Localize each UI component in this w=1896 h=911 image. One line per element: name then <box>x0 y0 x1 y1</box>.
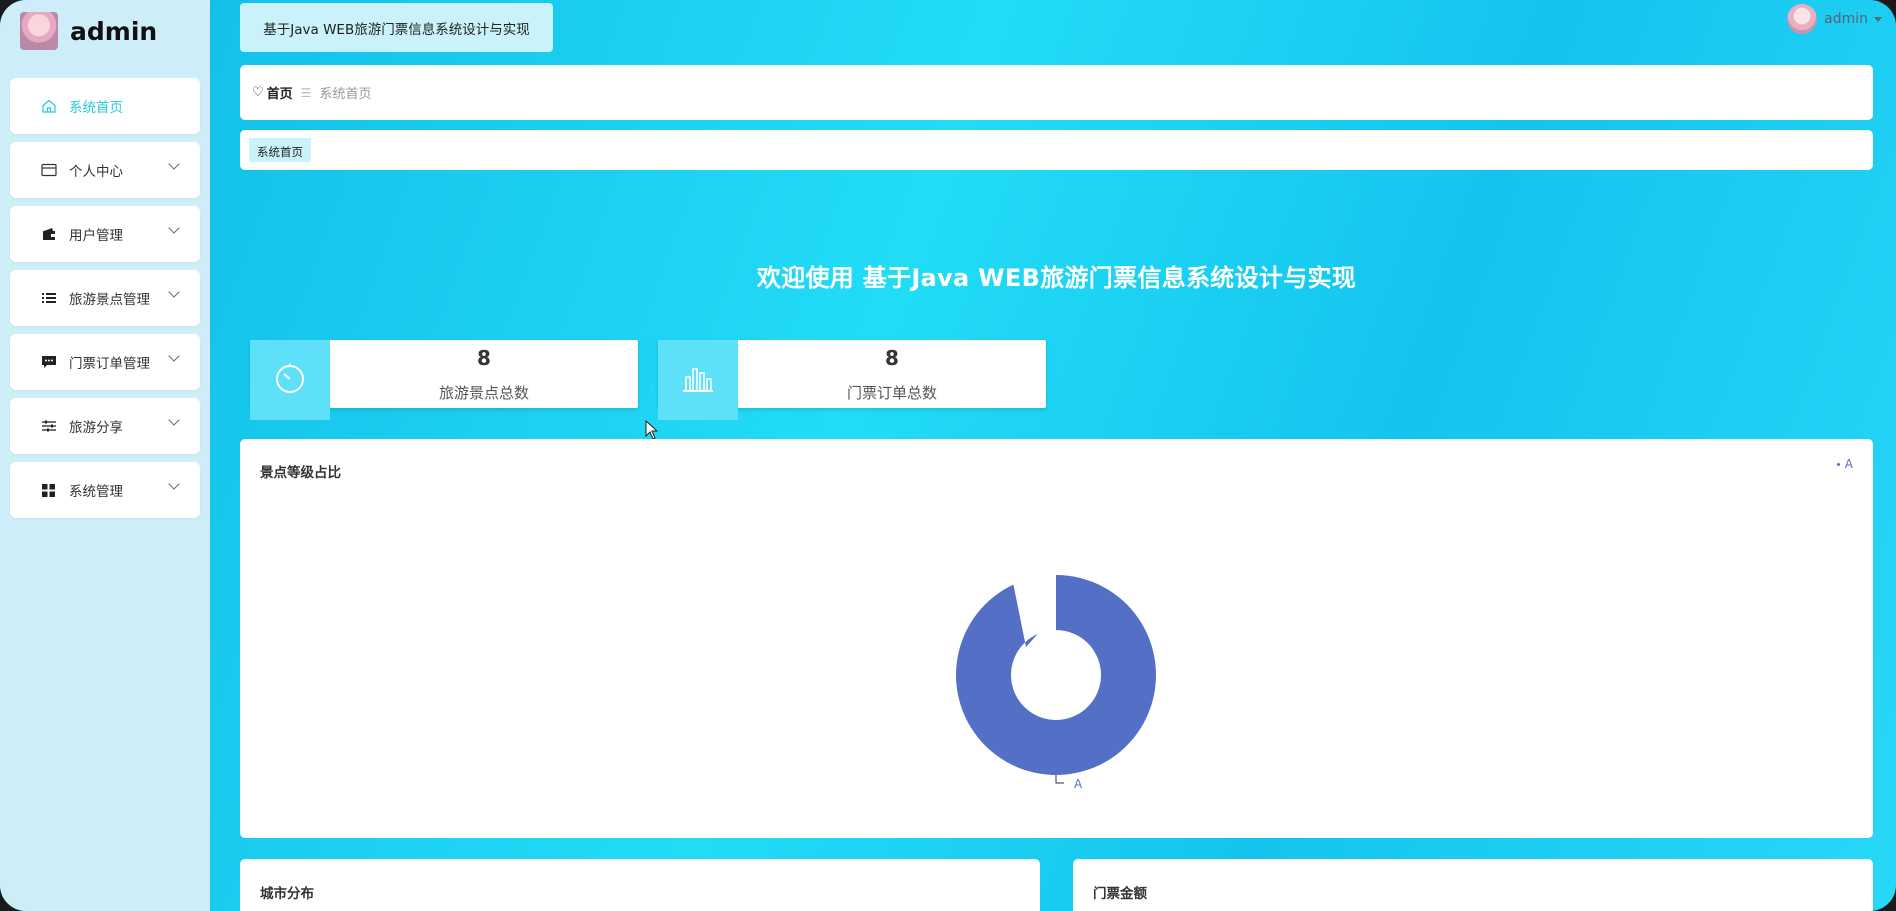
chart-card-city: 城市分布 <box>240 859 1040 911</box>
stat-value: 8 <box>477 346 491 370</box>
breadcrumb-current: 系统首页 <box>319 87 372 102</box>
wallet-icon <box>40 226 57 243</box>
timer-icon <box>273 361 307 399</box>
home-icon <box>40 98 57 115</box>
chevron-down-icon <box>168 350 180 362</box>
chevron-down-icon <box>168 478 180 490</box>
caret-down-icon[interactable] <box>1874 16 1882 22</box>
pie-leader-line <box>1055 775 1064 784</box>
tags-bar: 系统首页 <box>240 130 1873 170</box>
watermark: CSDN @一季春秋 <box>1605 866 1856 901</box>
stat-card-orders: 8 门票订单总数 <box>658 340 1046 420</box>
stat-icon-box <box>658 340 738 420</box>
sidebar-item-label: 个人中心 <box>69 164 123 180</box>
breadcrumb-separator-icon: ☰ <box>300 85 312 100</box>
sidebar-item-label: 旅游景点管理 <box>69 292 150 308</box>
brand: admin <box>20 10 157 52</box>
stat-value: 8 <box>885 346 899 370</box>
brand-avatar <box>20 12 58 50</box>
sidebar-item-label: 系统首页 <box>69 100 123 116</box>
welcome-title: 欢迎使用 基于Java WEB旅游门票信息系统设计与实现 <box>756 264 1357 292</box>
mouse-cursor-icon <box>645 420 659 440</box>
stat-label: 门票订单总数 <box>846 384 937 402</box>
pie-slice-A[interactable] <box>956 575 1156 775</box>
sidebar-nav: 系统首页 个人中心 用户管理 旅游景点管理 门票订单管理 旅游分享 系统管理 <box>10 78 200 526</box>
app-window: admin 系统首页 个人中心 用户管理 旅游景点管理 门票订单管理 旅游分享 … <box>0 0 1896 911</box>
card-icon <box>40 162 57 179</box>
avatar[interactable] <box>1787 4 1818 34</box>
sidebar-item-system-management[interactable]: 系统管理 <box>10 462 200 518</box>
sidebar-item-label: 用户管理 <box>69 228 123 244</box>
stat-card-attractions: 8 旅游景点总数 <box>250 340 638 420</box>
list-icon <box>40 290 57 307</box>
tag-home[interactable]: 系统首页 <box>249 138 311 162</box>
stat-label: 旅游景点总数 <box>438 384 529 402</box>
sidebar: admin 系统首页 个人中心 用户管理 旅游景点管理 门票订单管理 旅游分享 … <box>0 0 210 911</box>
sidebar-item-label: 系统管理 <box>69 484 123 500</box>
system-title-tab[interactable]: 基于Java WEB旅游门票信息系统设计与实现 <box>240 3 553 52</box>
chat-icon <box>40 354 57 371</box>
brand-name: admin <box>70 16 158 46</box>
sidebar-item-travel-share[interactable]: 旅游分享 <box>10 398 200 454</box>
grid-icon <box>40 482 57 499</box>
chevron-down-icon <box>168 158 180 170</box>
breadcrumb-home-label: 首页 <box>266 87 293 102</box>
sidebar-item-ticket-orders[interactable]: 门票订单管理 <box>10 334 200 390</box>
sidebar-item-label: 门票订单管理 <box>69 356 150 372</box>
breadcrumb: ♡ 首页 ☰ 系统首页 <box>240 65 1873 120</box>
chart-title: 门票金额 <box>1093 886 1147 902</box>
chevron-down-icon <box>168 222 180 234</box>
sidebar-item-personal-center[interactable]: 个人中心 <box>10 142 200 198</box>
chevron-down-icon <box>168 286 180 298</box>
bar-chart-icon <box>681 363 715 397</box>
stat-icon-box <box>250 340 330 420</box>
sidebar-item-user-management[interactable]: 用户管理 <box>10 206 200 262</box>
chart-card-level-ratio: 景点等级占比 A A <box>240 439 1873 838</box>
pie-label: A <box>1074 777 1083 791</box>
sidebar-item-label: 旅游分享 <box>69 420 123 436</box>
chevron-down-icon <box>168 414 180 426</box>
sliders-icon <box>40 418 57 435</box>
donut-chart: A <box>956 575 1156 791</box>
chart-title: 城市分布 <box>260 886 314 902</box>
heart-icon: ♡ <box>252 85 264 100</box>
user-menu[interactable]: admin <box>1787 4 1882 34</box>
breadcrumb-home[interactable]: ♡ 首页 <box>252 83 293 102</box>
sidebar-item-home[interactable]: 系统首页 <box>10 78 200 134</box>
user-name[interactable]: admin <box>1824 11 1868 27</box>
sidebar-item-attractions[interactable]: 旅游景点管理 <box>10 270 200 326</box>
